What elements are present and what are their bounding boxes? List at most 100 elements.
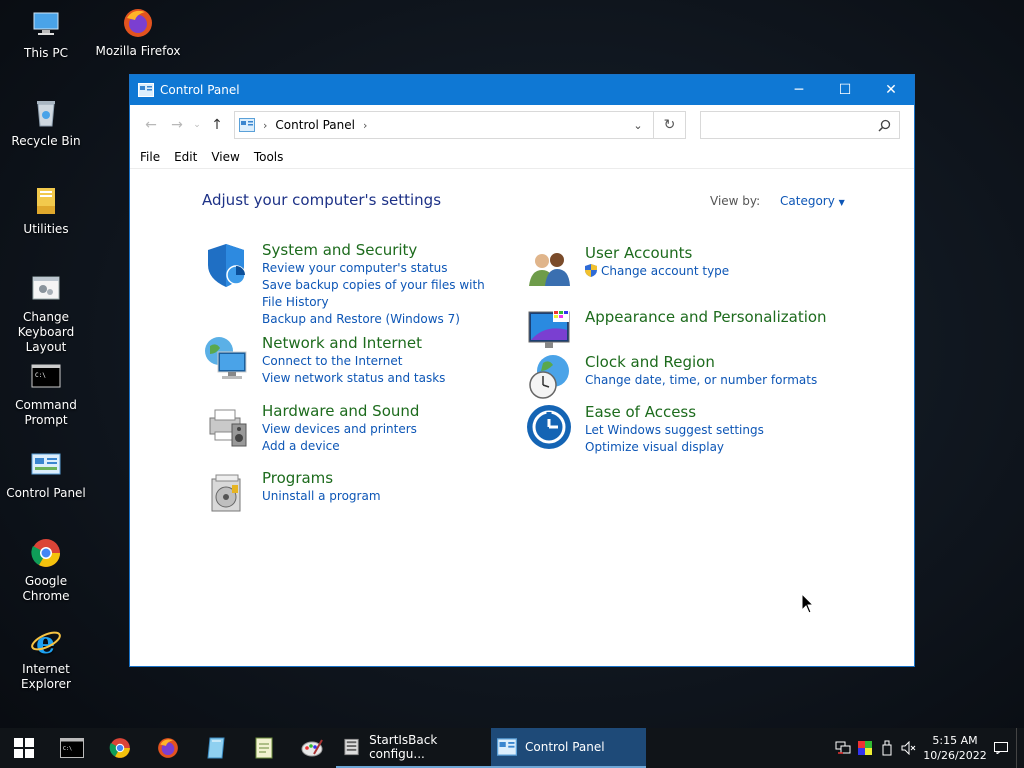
- desktop-icon-control-panel[interactable]: Control Panel: [0, 448, 92, 501]
- taskbar-app-paint[interactable]: [288, 728, 336, 768]
- category-title[interactable]: System and Security: [262, 241, 492, 260]
- taskbar-firefox[interactable]: [144, 728, 192, 768]
- window-title: Control Panel: [160, 83, 240, 97]
- link-file-history[interactable]: Save backup copies of your files with Fi…: [262, 277, 492, 311]
- taskbar-app-blue[interactable]: [192, 728, 240, 768]
- tray-color-icon[interactable]: [854, 737, 876, 759]
- tray-usb-icon[interactable]: [876, 737, 898, 759]
- category-title[interactable]: Ease of Access: [585, 403, 764, 422]
- start-button[interactable]: [0, 728, 48, 768]
- view-by-label: View by:: [710, 194, 761, 208]
- menu-view[interactable]: View: [211, 150, 239, 164]
- paint-icon: [301, 739, 323, 757]
- document-app-icon: [207, 737, 225, 759]
- arrow-right-icon: →: [171, 117, 183, 133]
- firefox-icon: [124, 9, 152, 37]
- address-bar[interactable]: › Control Panel › ⌄: [234, 111, 654, 139]
- recycle-bin-icon: [37, 101, 55, 127]
- category-hardware-sound: Hardware and Sound View devices and prin…: [202, 402, 419, 455]
- desktop-icon-label: Command Prompt: [15, 398, 77, 427]
- category-title[interactable]: Programs: [262, 469, 381, 488]
- desktop-icon-keyboard-layout[interactable]: Change Keyboard Layout: [0, 272, 92, 355]
- taskbar-window-control-panel[interactable]: Control Panel: [491, 728, 646, 768]
- window-titlebar[interactable]: Control Panel ─ ☐ ✕: [130, 75, 914, 105]
- link-backup-restore[interactable]: Backup and Restore (Windows 7): [262, 311, 492, 328]
- taskbar-clock[interactable]: 5:15 AM 10/26/2022: [920, 733, 990, 763]
- address-dropdown-button[interactable]: ⌄: [623, 119, 653, 132]
- search-input[interactable]: [709, 118, 878, 132]
- menu-file[interactable]: File: [140, 150, 160, 164]
- close-button[interactable]: ✕: [868, 75, 914, 105]
- chevron-right-icon[interactable]: ›: [263, 119, 267, 132]
- desktop-icon-command-prompt[interactable]: C:\ Command Prompt: [0, 360, 92, 428]
- category-title[interactable]: Network and Internet: [262, 334, 445, 353]
- clock-time: 5:15 AM: [932, 734, 978, 747]
- network-icon: [835, 741, 851, 754]
- desktop-icon-internet-explorer[interactable]: e Internet Explorer: [0, 624, 92, 692]
- desktop-icon-chrome[interactable]: Google Chrome: [0, 536, 92, 604]
- svg-text:e: e: [36, 626, 55, 658]
- link-devices-printers[interactable]: View devices and printers: [262, 421, 419, 438]
- back-button[interactable]: ←: [138, 117, 164, 133]
- category-title[interactable]: Clock and Region: [585, 353, 817, 372]
- link-change-account-type[interactable]: Change account type: [585, 263, 729, 280]
- link-date-time-formats[interactable]: Change date, time, or number formats: [585, 372, 817, 389]
- chrome-icon: [31, 539, 60, 567]
- control-panel-window: Control Panel ─ ☐ ✕ ← → ⌄ ↑ › Control Pa…: [129, 74, 915, 667]
- link-network-status[interactable]: View network status and tasks: [262, 370, 445, 387]
- chevron-down-icon: ⌄: [193, 120, 201, 130]
- taskbar-command-prompt[interactable]: C:\: [48, 728, 96, 768]
- show-desktop-button[interactable]: [1016, 728, 1024, 768]
- category-title[interactable]: Hardware and Sound: [262, 402, 419, 421]
- category-ease-of-access: Ease of Access Let Windows suggest setti…: [525, 403, 764, 456]
- menu-edit[interactable]: Edit: [174, 150, 197, 164]
- taskbar: C:\ StartIsBack configu... Control Panel…: [0, 728, 1024, 768]
- maximize-button[interactable]: ☐: [822, 75, 868, 105]
- recent-locations-button[interactable]: ⌄: [190, 120, 204, 130]
- taskbar-window-label: StartIsBack configu...: [369, 733, 438, 761]
- link-optimize-display[interactable]: Optimize visual display: [585, 439, 764, 456]
- desktop-icon-firefox[interactable]: Mozilla Firefox: [92, 6, 184, 59]
- taskbar-app-notepad[interactable]: [240, 728, 288, 768]
- chevron-right-icon[interactable]: ›: [363, 119, 367, 132]
- link-suggest-settings[interactable]: Let Windows suggest settings: [585, 422, 764, 439]
- desktop-icon-recycle-bin[interactable]: Recycle Bin: [0, 96, 92, 149]
- desktop-icon-label: Control Panel: [6, 486, 86, 500]
- menu-tools[interactable]: Tools: [254, 150, 284, 164]
- folder-icon: [37, 188, 55, 214]
- up-button[interactable]: ↑: [204, 117, 230, 133]
- category-network-internet: Network and Internet Connect to the Inte…: [202, 334, 445, 387]
- view-by: View by: Category ▼: [710, 194, 845, 208]
- desktop-icon-utilities[interactable]: Utilities: [0, 184, 92, 237]
- control-panel-icon: [497, 738, 517, 756]
- link-add-device[interactable]: Add a device: [262, 438, 419, 455]
- forward-button[interactable]: →: [164, 117, 190, 133]
- notifications-button[interactable]: [990, 737, 1012, 759]
- minimize-button[interactable]: ─: [776, 75, 822, 105]
- close-icon: ✕: [885, 82, 897, 98]
- taskbar-chrome[interactable]: [96, 728, 144, 768]
- notification-icon: [994, 742, 1008, 754]
- view-by-dropdown[interactable]: Category ▼: [780, 194, 845, 208]
- network-globe-icon: [205, 337, 247, 379]
- link-label: Change account type: [601, 264, 730, 278]
- search-box[interactable]: [700, 111, 900, 139]
- refresh-button[interactable]: ↻: [654, 111, 686, 139]
- firefox-icon: [158, 738, 178, 758]
- tray-volume-icon[interactable]: [898, 737, 920, 759]
- desktop-icon-label: Internet Explorer: [21, 662, 71, 691]
- link-uninstall-program[interactable]: Uninstall a program: [262, 488, 381, 505]
- desktop-icon-label: Utilities: [23, 222, 69, 236]
- link-review-status[interactable]: Review your computer's status: [262, 260, 492, 277]
- link-connect-internet[interactable]: Connect to the Internet: [262, 353, 445, 370]
- tray-network-icon[interactable]: [832, 737, 854, 759]
- desktop-icon-this-pc[interactable]: This PC: [0, 8, 92, 61]
- taskbar-window-startisback[interactable]: StartIsBack configu...: [336, 728, 491, 768]
- category-title[interactable]: User Accounts: [585, 244, 729, 263]
- desktop-icon-label: Google Chrome: [22, 574, 70, 603]
- desktop-icon-label: Mozilla Firefox: [95, 44, 181, 58]
- search-icon[interactable]: [878, 119, 891, 132]
- uac-shield-icon: [585, 264, 597, 277]
- category-title[interactable]: Appearance and Personalization: [585, 308, 827, 327]
- breadcrumb-control-panel[interactable]: Control Panel: [275, 118, 355, 132]
